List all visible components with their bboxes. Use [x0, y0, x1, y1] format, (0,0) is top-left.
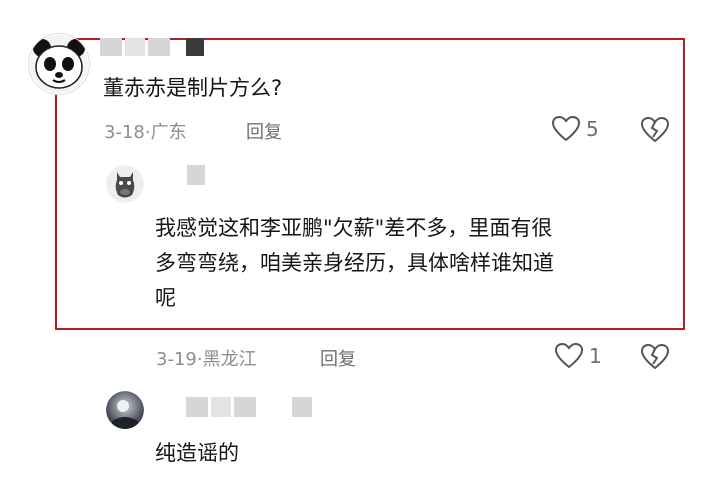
horse-avatar-icon — [107, 166, 143, 202]
like-count: 5 — [586, 117, 599, 141]
comment-meta: 3-18·广东 — [104, 118, 187, 144]
comment-location: 广东 — [150, 122, 187, 143]
dislike-button[interactable] — [641, 117, 669, 143]
username-redacted — [125, 38, 145, 56]
username-redacted — [148, 38, 170, 56]
username-redacted — [211, 397, 231, 417]
username-redacted — [234, 397, 256, 417]
avatar[interactable] — [28, 33, 90, 95]
username-redacted — [292, 397, 312, 417]
like-button[interactable]: 1 — [555, 343, 602, 369]
like-count: 1 — [589, 344, 602, 368]
username-redacted — [186, 397, 208, 417]
heart-icon — [552, 116, 580, 142]
dislike-button[interactable] — [641, 344, 669, 370]
heart-icon — [555, 343, 583, 369]
comment-line: 多弯弯绕，咱美亲身经历，具体啥样谁知道 — [155, 251, 554, 275]
broken-heart-icon — [641, 117, 669, 143]
comment-text: 纯造谣的 — [155, 441, 239, 465]
comment-line: 我感觉这和李亚鹏"欠薪"差不多，里面有很 — [155, 216, 553, 240]
username-redacted — [100, 38, 122, 56]
comment-date: 3-18 — [104, 122, 145, 143]
comment-text: 董赤赤是制片方么? — [103, 76, 283, 100]
username-redacted — [186, 38, 204, 56]
avatar[interactable] — [106, 165, 144, 203]
reply-button[interactable]: 回复 — [246, 118, 282, 144]
comment-meta: 3-19·黑龙江 — [156, 345, 257, 371]
like-button[interactable]: 5 — [552, 116, 599, 142]
night-avatar-icon — [106, 391, 144, 429]
username-redacted — [187, 165, 205, 185]
comment-location: 黑龙江 — [202, 349, 257, 370]
avatar[interactable] — [106, 391, 144, 429]
comment-line: 呢 — [155, 286, 176, 310]
broken-heart-icon — [641, 344, 669, 370]
comment-date: 3-19 — [156, 349, 197, 370]
panda-avatar-icon — [30, 35, 88, 93]
comment-text: 我感觉这和李亚鹏"欠薪"差不多，里面有很 多弯弯绕，咱美亲身经历，具体啥样谁知道… — [155, 212, 554, 314]
reply-button[interactable]: 回复 — [320, 345, 356, 371]
